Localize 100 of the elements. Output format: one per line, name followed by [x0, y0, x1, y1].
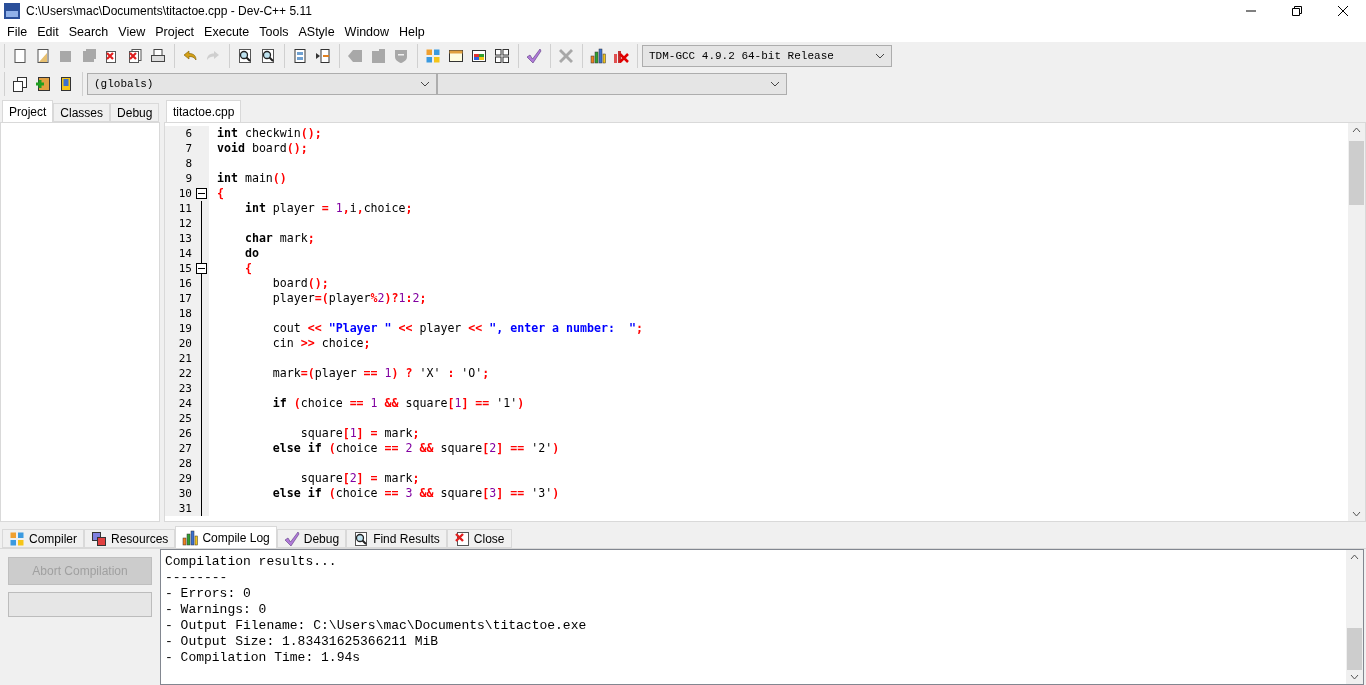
- log-line: Compilation results...: [165, 554, 338, 570]
- plus-box-icon[interactable]: [34, 76, 51, 92]
- code-line: board();: [271, 276, 329, 291]
- line-number: 17: [165, 291, 195, 306]
- menu-item[interactable]: Edit: [32, 25, 64, 39]
- line-number: 11: [165, 201, 195, 216]
- close-icon[interactable]: [1338, 6, 1348, 16]
- checkmark-icon[interactable]: [525, 48, 542, 64]
- grid-icon: [9, 530, 25, 547]
- line-number: 23: [165, 381, 195, 396]
- line-number: 29: [165, 471, 195, 486]
- window-icon[interactable]: [470, 48, 487, 64]
- bar-chart-icon: [182, 529, 199, 546]
- page-icon[interactable]: [11, 48, 28, 64]
- line-number: 20: [165, 336, 195, 351]
- menu-item[interactable]: Help: [394, 25, 430, 39]
- log-tab[interactable]: Debug: [276, 529, 347, 548]
- pages-cross-icon[interactable]: [126, 48, 143, 64]
- vertical-scrollbar[interactable]: [1348, 123, 1365, 521]
- log-line: - Errors: 0: [165, 586, 252, 602]
- line-number: 7: [165, 141, 195, 156]
- line-number: 22: [165, 366, 195, 381]
- line-number: 26: [165, 426, 195, 441]
- code-line: do: [243, 246, 259, 261]
- scope-select[interactable]: (globals): [87, 73, 437, 95]
- menu-item[interactable]: Tools: [254, 25, 294, 39]
- code-line: else if (choice == 3 && square[3] == '3'): [271, 486, 560, 501]
- line-number: 28: [165, 456, 195, 471]
- code-line: else if (choice == 2 && square[2] == '2'): [271, 441, 560, 456]
- magnifier-icon: [353, 530, 370, 547]
- log-tab[interactable]: Resources: [84, 529, 176, 548]
- scrollbar-thumb[interactable]: [1347, 628, 1362, 670]
- window-title: C:\Users\mac\Documents\titactoe.cpp - Dev-C++ 5.11: [26, 4, 313, 18]
- line-number: 15: [165, 261, 195, 276]
- menu-item[interactable]: Execute: [199, 25, 255, 39]
- panel-tab[interactable]: Debug: [110, 103, 160, 122]
- panel-tab[interactable]: Classes: [53, 103, 111, 122]
- code-line: char mark;: [243, 231, 315, 246]
- restore-icon[interactable]: [1292, 6, 1302, 16]
- log-line: - Output Filename: C:\Users\mac\Documents\titactoe.exe: [165, 618, 588, 634]
- line-number: 6: [165, 126, 195, 141]
- line-number: 25: [165, 411, 195, 426]
- windows-icon[interactable]: [11, 76, 28, 92]
- panel-tab[interactable]: Project: [2, 100, 54, 122]
- vertical-scrollbar[interactable]: [1346, 550, 1363, 684]
- code-line: if (choice == 1 && square[1] == '1'): [271, 396, 525, 411]
- file-tab[interactable]: titactoe.cpp: [166, 100, 242, 122]
- panel-arrow-icon[interactable]: [314, 48, 331, 64]
- line-number: 30: [165, 486, 195, 501]
- line-number: 12: [165, 216, 195, 231]
- compiler-select[interactable]: TDM-GCC 4.9.2 64-bit Release: [642, 45, 892, 67]
- code-line: cout << "Player " << player << ", enter a number: ";: [271, 321, 643, 336]
- code-line: mark=(player == 1) ? 'X' : 'O';: [271, 366, 490, 381]
- menu-item[interactable]: Search: [63, 25, 114, 39]
- menu-item[interactable]: View: [113, 25, 151, 39]
- magnifier-icon[interactable]: [259, 48, 276, 64]
- grid-icon[interactable]: [493, 48, 510, 64]
- menu-item[interactable]: Project: [150, 25, 200, 39]
- window-icon[interactable]: [447, 48, 464, 64]
- log-tab[interactable]: Compiler: [2, 529, 84, 548]
- page-cross-icon: [453, 530, 470, 547]
- bar-chart-icon[interactable]: [589, 48, 606, 64]
- menu-item[interactable]: AStyle: [293, 25, 340, 39]
- menu-item[interactable]: File: [2, 25, 33, 39]
- caret-icon: [875, 53, 885, 59]
- line-number: 19: [165, 321, 195, 336]
- printer-icon[interactable]: [149, 48, 166, 64]
- log-line: - Compilation Time: 1.94s: [165, 650, 362, 666]
- squares-icon: [91, 530, 107, 547]
- log-tab[interactable]: Close: [446, 529, 512, 548]
- line-number: 8: [165, 156, 195, 171]
- line-number: 24: [165, 396, 195, 411]
- code-line: int checkwin();: [217, 126, 322, 141]
- code-line: square[2] = mark;: [299, 471, 420, 486]
- code-line: int player = 1,i,choice;: [243, 201, 413, 216]
- log-tab[interactable]: Find Results: [346, 529, 447, 548]
- menu-item[interactable]: Window: [339, 25, 395, 39]
- code-line: {: [243, 261, 252, 276]
- code-line: int main(): [217, 171, 287, 186]
- line-number: 14: [165, 246, 195, 261]
- line-number: 13: [165, 231, 195, 246]
- scrollbar-thumb[interactable]: [1349, 141, 1364, 205]
- bar-chart-cross-icon[interactable]: [612, 48, 629, 64]
- log-line: - Warnings: 0: [165, 602, 268, 618]
- line-number: 27: [165, 441, 195, 456]
- line-number: 16: [165, 276, 195, 291]
- line-number: 31: [165, 501, 195, 516]
- code-line: void board();: [217, 141, 308, 156]
- code-line: {: [217, 186, 224, 201]
- log-line: --------: [165, 570, 229, 586]
- line-number: 21: [165, 351, 195, 366]
- line-number: 10: [165, 186, 195, 201]
- app-icon: [4, 3, 20, 19]
- caret-icon: [770, 81, 780, 87]
- panel-icon[interactable]: [291, 48, 308, 64]
- log-tab[interactable]: Compile Log: [175, 526, 277, 548]
- line-number: 9: [165, 171, 195, 186]
- document-icon[interactable]: [34, 48, 51, 64]
- code-line: square[1] = mark;: [299, 426, 420, 441]
- magnifier-icon[interactable]: [236, 48, 253, 64]
